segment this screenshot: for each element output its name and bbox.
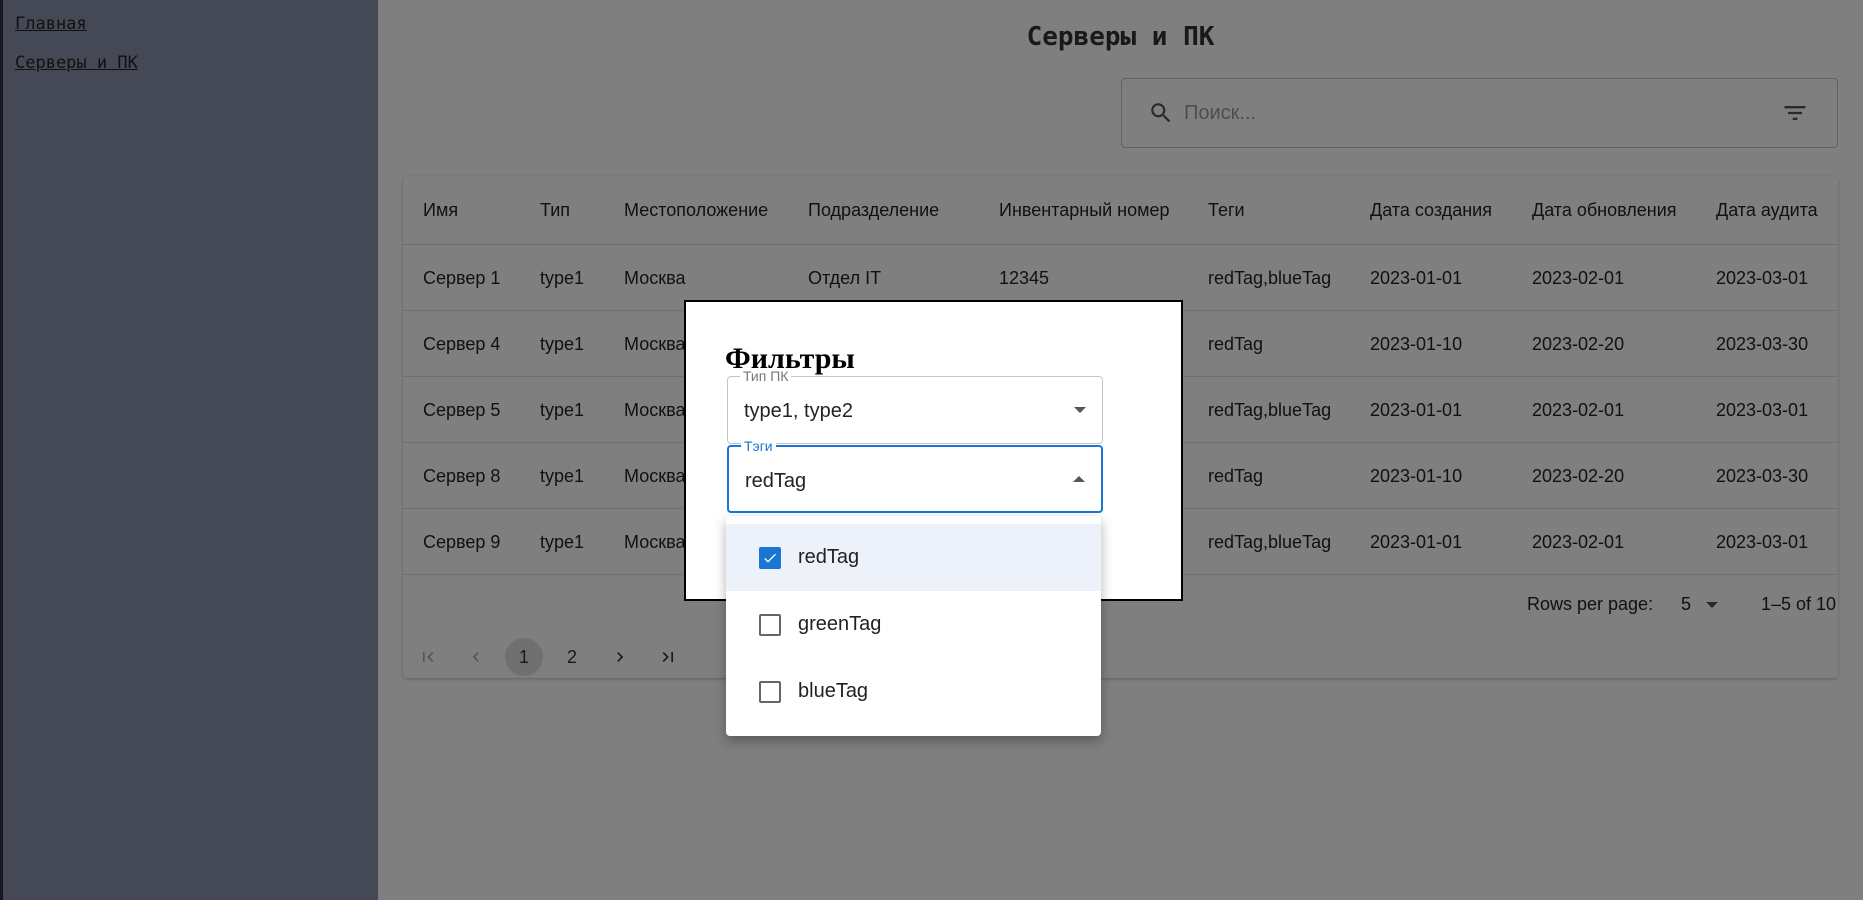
tag-option-label: redTag bbox=[798, 546, 860, 568]
tag-option-blue[interactable]: blueTag bbox=[726, 658, 1101, 725]
checkbox-icon[interactable] bbox=[759, 613, 781, 636]
tags-dropdown-menu: redTag greenTag blueTag bbox=[726, 516, 1101, 736]
tags-value: redTag bbox=[745, 470, 807, 492]
tag-option-label: blueTag bbox=[798, 680, 869, 702]
checkbox-checked-icon[interactable] bbox=[759, 546, 781, 569]
tag-option-red[interactable]: redTag bbox=[726, 524, 1101, 591]
tags-select[interactable]: Тэги redTag bbox=[727, 438, 1103, 513]
chevron-down-icon bbox=[1074, 407, 1086, 413]
pc-type-select[interactable]: Тип ПК type1, type2 bbox=[727, 368, 1103, 444]
tag-option-label: greenTag bbox=[798, 613, 882, 635]
tag-option-green[interactable]: greenTag bbox=[726, 591, 1101, 658]
chevron-up-icon bbox=[1073, 476, 1085, 482]
checkbox-icon[interactable] bbox=[759, 680, 781, 703]
pc-type-value: type1, type2 bbox=[744, 400, 853, 422]
